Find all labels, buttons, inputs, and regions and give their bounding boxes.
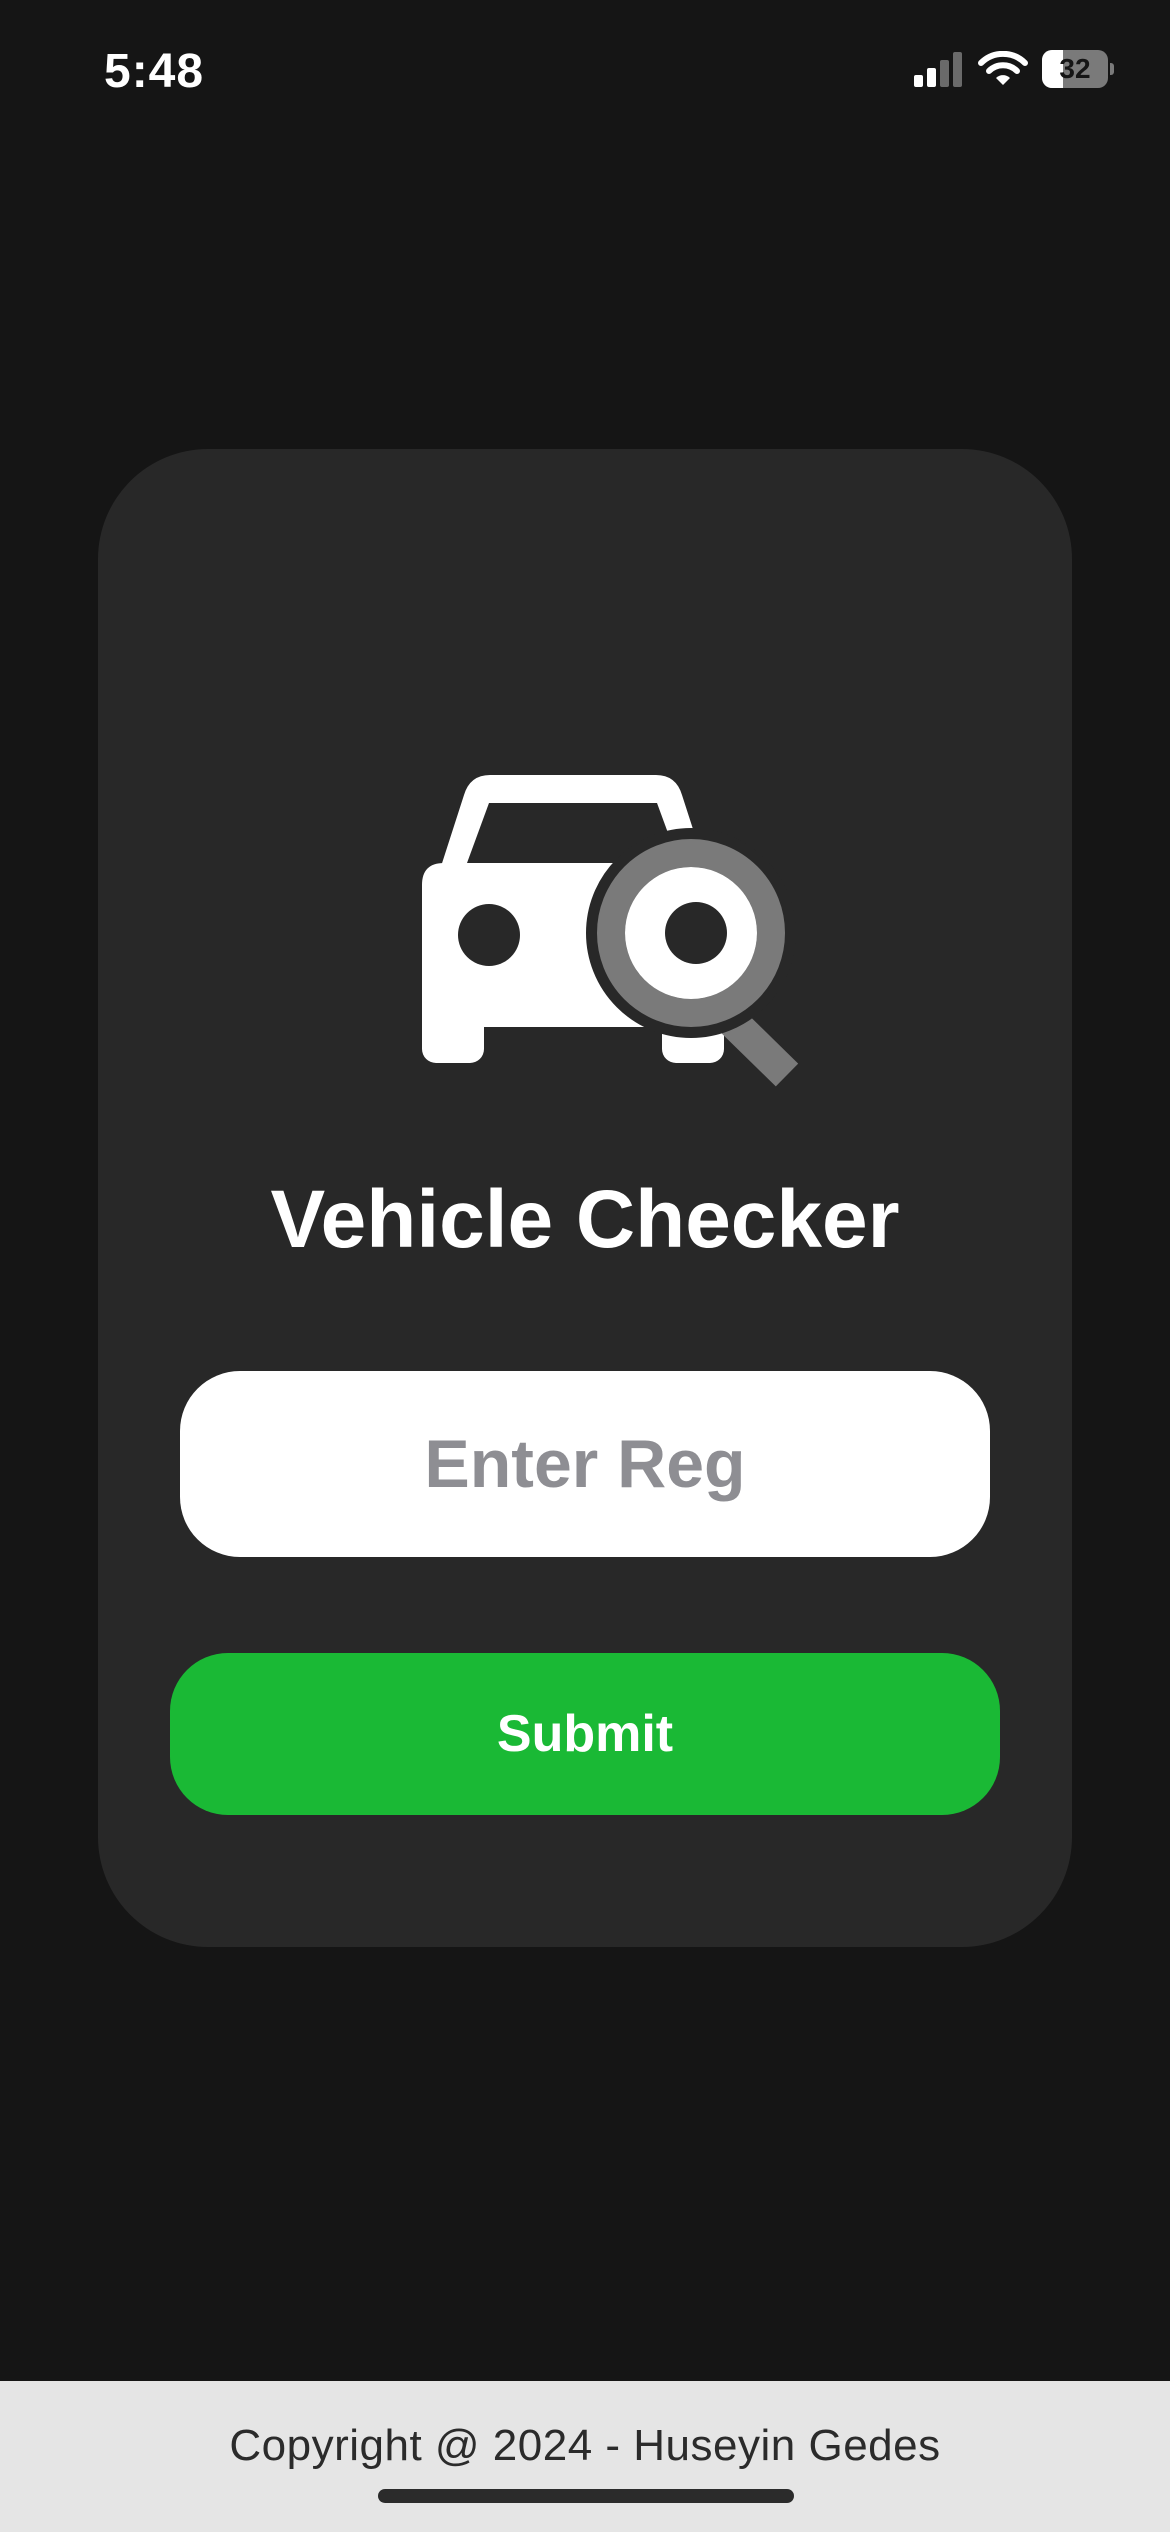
registration-input[interactable]	[180, 1371, 990, 1557]
status-bar: 5:48 32	[0, 0, 1170, 150]
footer: Copyright @ 2024 - Huseyin Gedes	[0, 2381, 1170, 2532]
app-title: Vehicle Checker	[270, 1174, 900, 1265]
submit-button[interactable]: Submit	[170, 1653, 1000, 1815]
battery-icon: 32	[1042, 50, 1114, 88]
home-indicator[interactable]	[378, 2489, 794, 2503]
battery-percent: 32	[1059, 53, 1091, 84]
cellular-signal-icon	[914, 52, 962, 87]
wifi-icon	[978, 51, 1028, 85]
status-time: 5:48	[104, 45, 205, 98]
status-icons: 32	[912, 50, 1114, 88]
car-search-icon	[422, 775, 799, 1087]
copyright-text: Copyright @ 2024 - Huseyin Gedes	[229, 2421, 941, 2470]
